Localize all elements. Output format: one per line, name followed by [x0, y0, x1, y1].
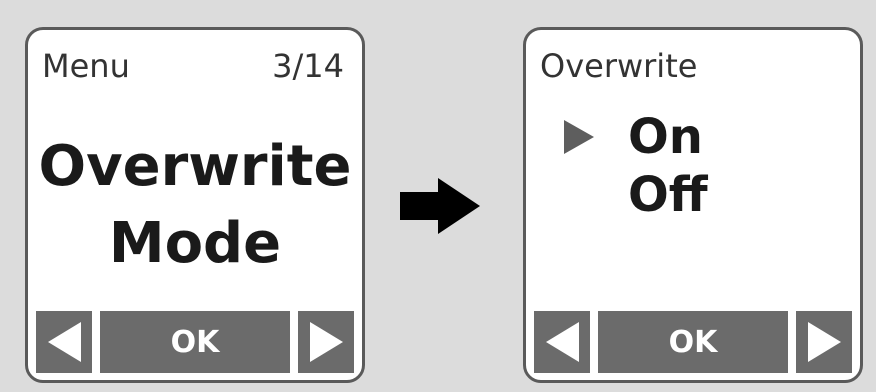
next-button[interactable]	[298, 311, 354, 373]
menu-title-line1: Overwrite	[38, 134, 352, 199]
screen-header: Menu 3/14	[42, 46, 344, 86]
menu-header-label: Menu	[42, 47, 130, 85]
triangle-right-icon	[309, 322, 343, 362]
ok-button[interactable]: OK	[598, 311, 788, 373]
selection-triangle-icon	[564, 120, 594, 154]
ok-button[interactable]: OK	[100, 311, 290, 373]
option-list: On Off	[564, 108, 708, 224]
option-label: Off	[628, 167, 708, 223]
selection-marker	[564, 120, 628, 154]
option-on[interactable]: On	[564, 108, 708, 166]
menu-title-line2: Mode	[108, 211, 282, 276]
next-button[interactable]	[796, 311, 852, 373]
arrow-right-icon	[400, 178, 480, 234]
triangle-left-icon	[545, 322, 579, 362]
option-label: On	[628, 109, 703, 165]
triangle-left-icon	[47, 322, 81, 362]
softkey-bar: OK	[534, 311, 852, 373]
prev-button[interactable]	[534, 311, 590, 373]
menu-page-counter: 3/14	[272, 47, 344, 85]
menu-screen: Menu 3/14 Overwrite Mode OK	[25, 27, 365, 383]
screen-header: Overwrite	[540, 46, 842, 86]
triangle-right-icon	[807, 322, 841, 362]
overwrite-header-label: Overwrite	[540, 47, 698, 85]
prev-button[interactable]	[36, 311, 92, 373]
option-off[interactable]: Off	[564, 166, 708, 224]
diagram-stage: Menu 3/14 Overwrite Mode OK Overwrite On…	[0, 0, 876, 392]
overwrite-screen: Overwrite On Off OK	[523, 27, 863, 383]
menu-item-title: Overwrite Mode	[28, 128, 362, 282]
softkey-bar: OK	[36, 311, 354, 373]
